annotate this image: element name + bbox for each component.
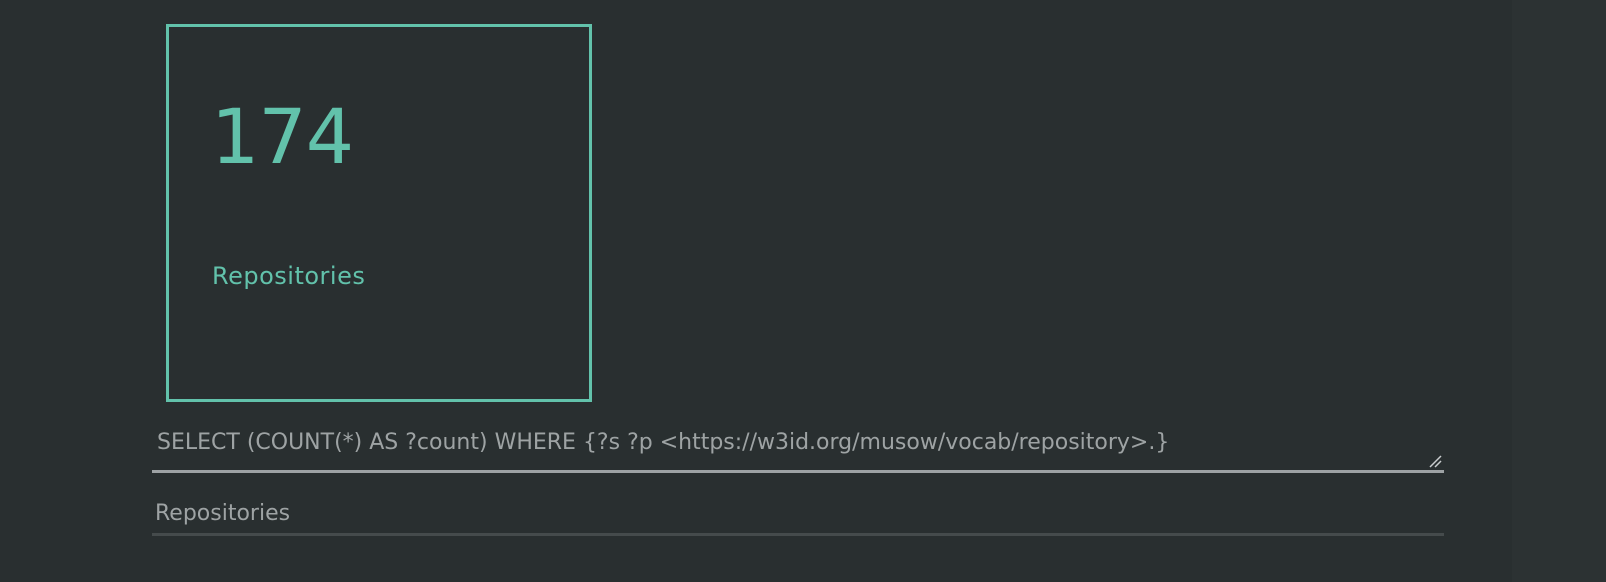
resize-handle-icon[interactable]	[1428, 454, 1442, 468]
label-input[interactable]	[152, 490, 1444, 536]
count-value: 174	[211, 92, 354, 181]
count-label: Repositories	[212, 262, 366, 290]
right-panel-strip	[1512, 0, 1606, 582]
sparql-query-textarea[interactable]: SELECT (COUNT(*) AS ?count) WHERE {?s ?p…	[152, 423, 1444, 473]
count-card: 174 Repositories	[166, 24, 592, 402]
